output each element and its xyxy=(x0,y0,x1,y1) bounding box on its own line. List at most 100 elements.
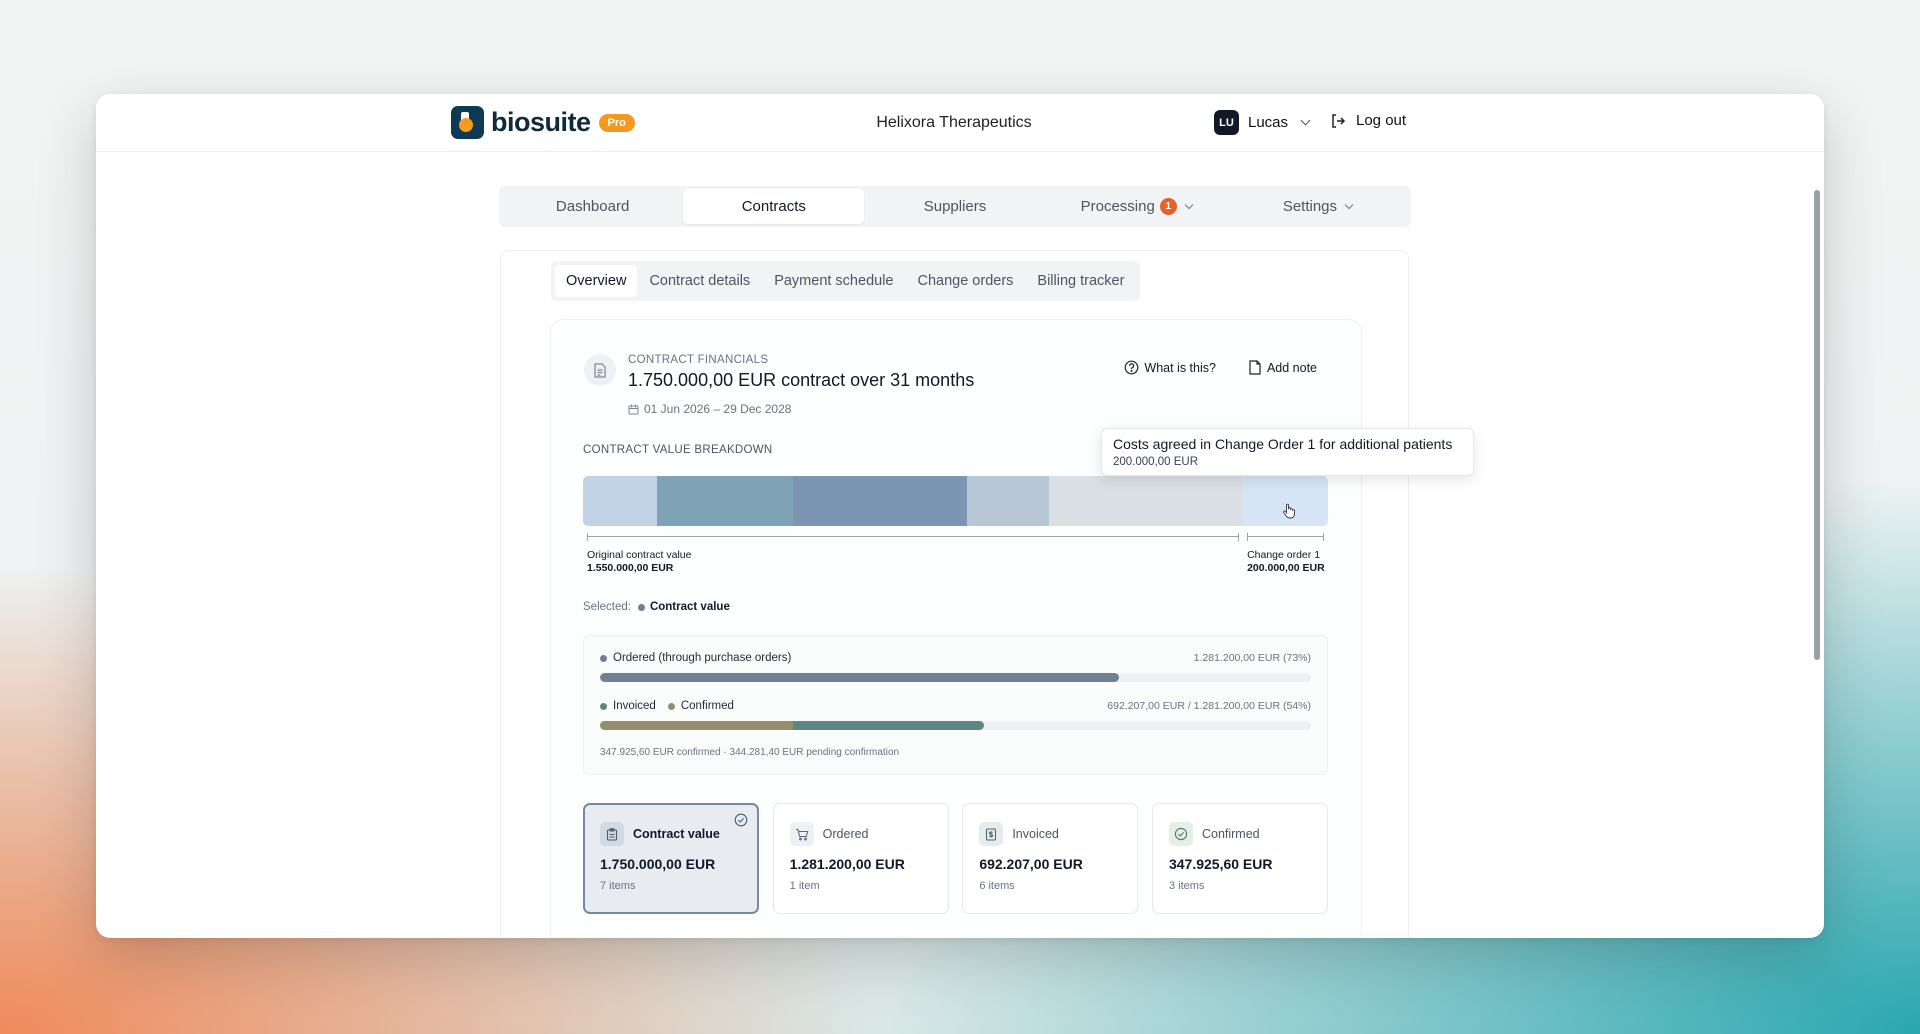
kpi-label: Confirmed xyxy=(1201,827,1260,841)
scrollbar[interactable] xyxy=(1814,190,1820,660)
breakdown-segment-3[interactable] xyxy=(793,476,967,526)
organization-name: Helixora Therapeutics xyxy=(876,114,1032,131)
breakdown-segment-1[interactable] xyxy=(583,476,657,526)
breakdown-segment-4[interactable] xyxy=(966,476,1049,526)
calendar-icon xyxy=(628,404,639,414)
ordered-row: Ordered (through purchase orders) 1.281.… xyxy=(600,652,1311,664)
ordered-progress-track xyxy=(600,673,1311,682)
tooltip-value: 200.000,00 EUR xyxy=(1113,456,1199,468)
clipboard-icon xyxy=(600,822,624,846)
user-name: Lucas xyxy=(1248,114,1289,131)
hand-cursor-icon xyxy=(1283,503,1295,519)
selected-value: Contract value xyxy=(649,601,730,613)
add-note-label: Add note xyxy=(1266,360,1317,375)
kpi-count: 6 items xyxy=(979,880,1015,892)
tab-settings[interactable]: Settings xyxy=(1227,189,1408,224)
tooltip-title: Costs agreed in Change Order 1 for addit… xyxy=(1113,436,1453,452)
kpi-value: 347.925,60 EUR xyxy=(1168,856,1273,872)
ordered-dot xyxy=(600,654,607,662)
tab-suppliers[interactable]: Suppliers xyxy=(864,189,1045,224)
contract-date-range: 01 Jun 2026 – 29 Dec 2028 xyxy=(628,402,791,416)
change-order-range xyxy=(1247,533,1324,544)
selected-dot xyxy=(637,603,645,611)
kpi-cards: Contract value 1.750.000,00 EUR 7 items … xyxy=(583,803,1328,914)
subtab-change-orders[interactable]: Change orders xyxy=(905,265,1025,297)
original-contract-range xyxy=(587,533,1240,544)
kpi-ordered[interactable]: Ordered 1.281.200,00 EUR 1 item xyxy=(772,803,949,914)
range-label-text: Original contract value xyxy=(587,549,692,561)
invoiced-dot xyxy=(600,702,607,710)
invoiced-row: Invoiced Confirmed 692.207,00 EUR / 1.28… xyxy=(600,700,1311,712)
tab-dashboard[interactable]: Dashboard xyxy=(502,189,683,224)
what-is-this-label: What is this? xyxy=(1144,360,1216,375)
kpi-count: 1 item xyxy=(789,880,820,892)
confirmed-label: Confirmed xyxy=(680,700,734,712)
change-order-label: Change order 1 200.000,00 EUR xyxy=(1247,549,1325,575)
kpi-label: Contract value xyxy=(633,827,720,841)
subtab-overview[interactable]: Overview xyxy=(555,265,638,297)
ordered-percent: (73%) xyxy=(1282,652,1311,664)
kpi-label: Invoiced xyxy=(1012,827,1059,841)
kpi-invoiced[interactable]: Invoiced 692.207,00 EUR 6 items xyxy=(962,803,1139,914)
kpi-label: Ordered xyxy=(822,827,869,841)
contract-financials-card: CONTRACT FINANCIALS 1.750.000,00 EUR con… xyxy=(550,319,1362,938)
logout-icon xyxy=(1332,113,1346,128)
add-note-button[interactable]: Add note xyxy=(1248,360,1317,375)
tab-label: Contracts xyxy=(741,198,806,215)
chevron-down-icon xyxy=(1300,115,1311,126)
subtab-contract-details[interactable]: Contract details xyxy=(637,265,762,297)
kpi-value: 1.750.000,00 EUR xyxy=(600,856,716,872)
contract-value-breakdown-bar[interactable] xyxy=(583,476,1328,526)
breakdown-segment-5[interactable] xyxy=(1048,476,1243,526)
range-label-text: Change order 1 xyxy=(1247,549,1321,561)
check-circle-icon xyxy=(734,813,748,827)
ordered-amount: 1.281.200,00 EUR xyxy=(1193,652,1281,664)
section-eyebrow: CONTRACT FINANCIALS xyxy=(628,354,769,366)
confirmed-dot xyxy=(667,702,675,710)
contract-content: Overview Contract details Payment schedu… xyxy=(500,250,1409,938)
range-value-text: 1.550.000,00 EUR xyxy=(587,562,674,574)
main-navigation: Dashboard Contracts Suppliers Processing… xyxy=(499,186,1411,227)
kpi-count: 7 items xyxy=(600,880,636,892)
selected-label: Selected: xyxy=(583,601,631,613)
tab-label: Processing xyxy=(1080,198,1155,215)
chevron-down-icon xyxy=(1184,200,1194,210)
kpi-count: 3 items xyxy=(1168,880,1205,892)
sub-navigation: Overview Contract details Payment schedu… xyxy=(551,261,1141,301)
original-contract-label: Original contract value 1.550.000,00 EUR xyxy=(587,549,691,575)
confirmation-note: 347.925,60 EUR confirmed · 344.281,40 EU… xyxy=(600,747,900,758)
kpi-value: 692.207,00 EUR xyxy=(979,856,1083,872)
tab-label: Suppliers xyxy=(923,198,987,215)
tab-label: Settings xyxy=(1282,198,1338,215)
logout-label: Log out xyxy=(1356,112,1407,129)
range-value-text: 200.000,00 EUR xyxy=(1247,562,1325,574)
logout-button[interactable]: Log out xyxy=(1330,112,1406,129)
check-circle-icon xyxy=(1168,822,1193,846)
user-menu[interactable]: LU Lucas xyxy=(1214,110,1311,135)
invoiced-percent: (54%) xyxy=(1282,700,1311,712)
invoiced-amount: 692.207,00 EUR / 1.281.200,00 EUR xyxy=(1107,700,1281,712)
cart-icon xyxy=(789,822,814,846)
invoice-icon xyxy=(979,822,1004,846)
ordered-progress-fill xyxy=(600,673,1120,682)
tab-label: Dashboard xyxy=(555,198,630,215)
tab-contracts[interactable]: Contracts xyxy=(683,189,865,224)
kpi-contract-value[interactable]: Contract value 1.750.000,00 EUR 7 items xyxy=(583,803,759,914)
subtab-billing-tracker[interactable]: Billing tracker xyxy=(1025,265,1136,297)
contract-title: 1.750.000,00 EUR contract over 31 months xyxy=(628,370,975,390)
note-icon xyxy=(1249,360,1261,375)
kpi-confirmed[interactable]: Confirmed 347.925,60 EUR 3 items xyxy=(1151,803,1328,914)
breakdown-tooltip: Costs agreed in Change Order 1 for addit… xyxy=(1101,428,1474,476)
breakdown-label: CONTRACT VALUE BREAKDOWN xyxy=(583,444,773,456)
selected-indicator: Selected: Contract value xyxy=(583,601,730,613)
what-is-this-button[interactable]: What is this? xyxy=(1124,360,1216,375)
top-bar: biosuite Pro Helixora Therapeutics LU Lu… xyxy=(96,94,1824,152)
app-window: biosuite Pro Helixora Therapeutics LU Lu… xyxy=(96,94,1824,938)
card-actions: What is this? Add note xyxy=(1092,360,1317,375)
subtab-payment-schedule[interactable]: Payment schedule xyxy=(762,265,905,297)
date-range-text: 01 Jun 2026 – 29 Dec 2028 xyxy=(644,402,792,416)
breakdown-segment-2[interactable] xyxy=(656,476,794,526)
tab-processing[interactable]: Processing 1 xyxy=(1046,189,1227,224)
confirmed-progress-fill xyxy=(600,721,793,730)
avatar: LU xyxy=(1214,110,1239,135)
